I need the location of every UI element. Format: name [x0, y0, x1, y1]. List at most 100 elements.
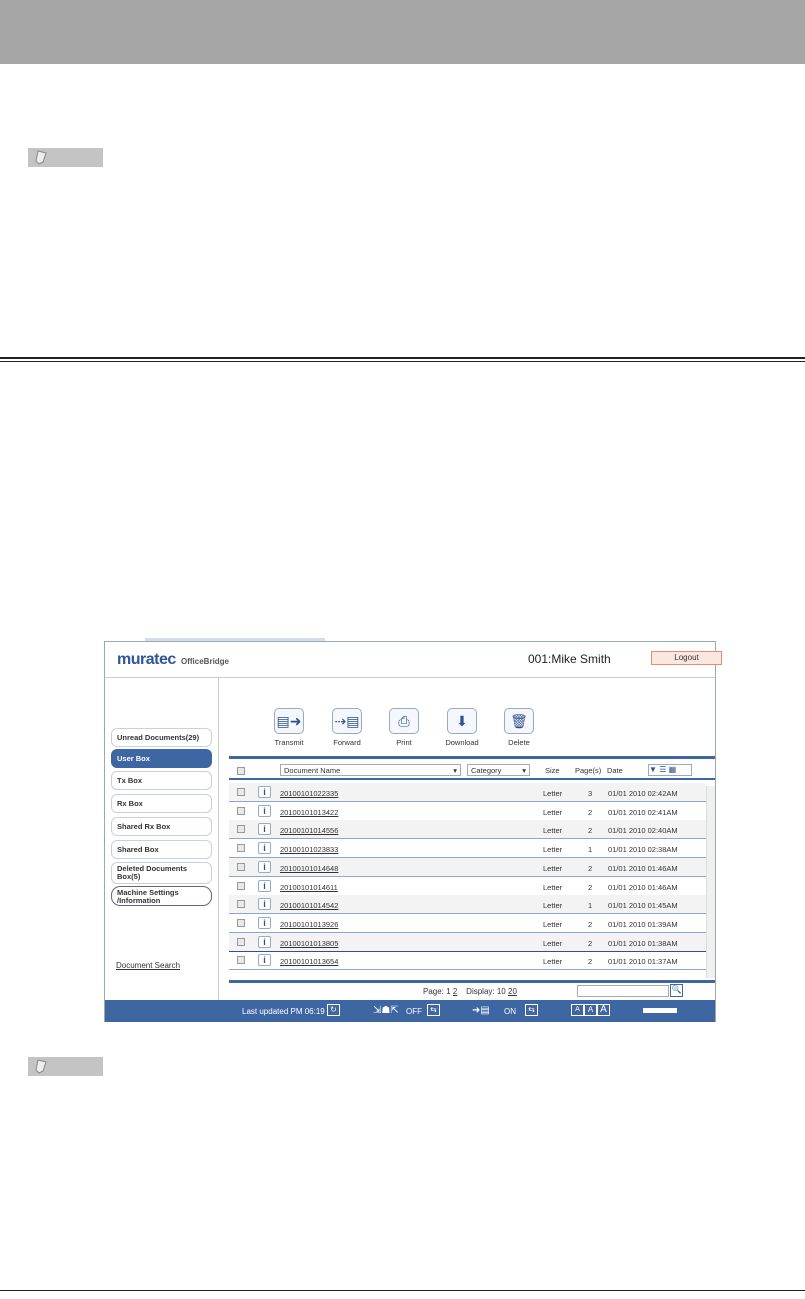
table-row: i 20100101023833 Letter 1 01/01 2010 02:… — [229, 839, 706, 859]
info-icon[interactable]: i — [258, 916, 271, 929]
sidebar-item-deleted[interactable]: Deleted Documents Box(5) — [111, 862, 212, 884]
pencil-icon — [35, 150, 47, 165]
pages: 1 — [588, 901, 593, 911]
sidebar: Unread Documents(29) User Box Tx Box Rx … — [105, 678, 219, 1001]
forward-button[interactable]: ⇢▤ Forward — [322, 708, 372, 747]
row-checkbox[interactable] — [237, 918, 245, 927]
toolbar-divider — [229, 756, 715, 759]
grid-view-icon: ▦ — [668, 765, 677, 774]
document-link[interactable]: 20100101013654 — [280, 957, 338, 966]
transmit-label: Transmit — [274, 738, 304, 747]
transmit-button[interactable]: ▤➜ Transmit — [264, 708, 314, 747]
date: 01/01 2010 02:40AM — [608, 826, 678, 836]
document-link[interactable]: 20100101014648 — [280, 864, 338, 873]
view-controls[interactable]: ▼ ☰ ▦ — [648, 764, 692, 776]
forward-icon: ⇢▤ — [332, 708, 362, 734]
pencil-icon — [35, 1059, 47, 1074]
table-row: i 20100101014648 Letter 2 01/01 2010 01:… — [229, 857, 706, 877]
info-icon[interactable]: i — [258, 860, 271, 873]
forward-label: Forward — [333, 738, 361, 747]
date: 01/01 2010 01:45AM — [608, 901, 678, 911]
table-row: i 20100101013926 Letter 2 01/01 2010 01:… — [229, 914, 706, 933]
document-link[interactable]: 20100101022335 — [280, 789, 338, 798]
date: 01/01 2010 02:38AM — [608, 845, 678, 855]
document-search-link[interactable]: Document Search — [116, 961, 180, 970]
row-checkbox[interactable] — [237, 844, 245, 853]
list-view-icon: ☰ — [659, 765, 667, 774]
sidebar-item-user-box[interactable]: User Box — [111, 749, 212, 768]
row-checkbox[interactable] — [237, 900, 245, 909]
category-filter[interactable]: Category ▾ — [467, 764, 530, 776]
transmit-icon: ▤➜ — [274, 708, 304, 734]
logout-button[interactable]: Logout — [651, 651, 722, 665]
date: 01/01 2010 01:37AM — [608, 957, 678, 967]
print-button[interactable]: ⎙ Print — [379, 708, 429, 747]
document-link[interactable]: 20100101023833 — [280, 845, 338, 854]
sidebar-item-rx-box[interactable]: Rx Box — [111, 794, 212, 813]
row-checkbox[interactable] — [237, 806, 245, 815]
table-header: Document Name ▾ Category ▾ Size Page(s) Da… — [229, 763, 715, 779]
refresh-icon[interactable]: ↻ — [327, 1004, 340, 1016]
info-icon[interactable]: i — [258, 823, 271, 836]
document-link[interactable]: 20100101013926 — [280, 920, 338, 929]
size: Letter — [543, 919, 563, 929]
size: Letter — [543, 845, 563, 855]
delete-button[interactable]: 🗑 Delete — [494, 708, 544, 747]
search-icon[interactable]: 🔍 — [670, 984, 683, 997]
document-link[interactable]: 20100101014611 — [280, 883, 338, 892]
font-medium-button[interactable]: A — [584, 1004, 597, 1016]
scrollbar[interactable] — [706, 786, 715, 978]
sidebar-item-tx-box[interactable]: Tx Box — [111, 771, 212, 790]
info-icon[interactable]: i — [258, 786, 271, 798]
document-name-filter[interactable]: Document Name ▾ — [280, 764, 461, 776]
info-icon[interactable]: i — [258, 935, 271, 948]
row-checkbox[interactable] — [237, 862, 245, 871]
sidebar-item-shared-box[interactable]: Shared Box — [111, 840, 212, 859]
toggle-icon[interactable]: ⇆ — [427, 1004, 440, 1016]
page-header-band — [0, 0, 805, 64]
info-icon[interactable]: i — [258, 954, 271, 967]
document-link[interactable]: 20100101013422 — [280, 808, 338, 817]
row-checkbox[interactable] — [237, 788, 245, 796]
info-icon[interactable]: i — [258, 879, 271, 892]
row-checkbox[interactable] — [237, 937, 245, 946]
table-row: i 20100101014611 Letter 2 01/01 2010 01:… — [229, 877, 706, 896]
last-updated: Last updated PM 06:19 — [242, 1007, 325, 1016]
sidebar-item-shared-rx-box[interactable]: Shared Rx Box — [111, 817, 212, 836]
document-link[interactable]: 20100101013805 — [280, 939, 338, 948]
size: Letter — [543, 938, 563, 948]
pages: 2 — [588, 882, 593, 892]
search-input[interactable] — [577, 985, 669, 997]
sidebar-item-machine-settings[interactable]: Machine Settings /Information — [111, 886, 212, 906]
table-row: i 20100101013654 Letter 2 01/01 2010 01:… — [229, 951, 706, 971]
display-20-link[interactable]: 20 — [508, 987, 517, 996]
table-row: i 20100101013422 Letter 2 01/01 2010 02:… — [229, 802, 706, 821]
size: Letter — [543, 826, 563, 836]
font-large-button[interactable]: A — [597, 1004, 610, 1016]
toggle-icon[interactable]: ⇆ — [525, 1004, 538, 1016]
download-button[interactable]: ⬇ Download — [437, 708, 487, 747]
sidebar-item-unread[interactable]: Unread Documents(29) — [111, 728, 212, 747]
pages: 1 — [588, 845, 593, 855]
note-tag — [28, 148, 103, 167]
info-icon[interactable]: i — [258, 898, 271, 911]
note-tag — [28, 1057, 103, 1076]
document-link[interactable]: 20100101014556 — [280, 826, 338, 835]
product-name: OfficeBridge — [181, 657, 230, 666]
row-checkbox[interactable] — [237, 881, 245, 890]
info-icon[interactable]: i — [258, 804, 271, 817]
app-header: muratec OfficeBridge 001:Mike Smith Logo… — [105, 642, 722, 678]
info-icon[interactable]: i — [258, 842, 271, 855]
officebridge-window: muratec OfficeBridge 001:Mike Smith Logo… — [104, 641, 722, 1022]
user-transfer-icon: ⇲☗⇱ — [373, 1005, 399, 1016]
table-row: i 20100101013805 Letter 2 01/01 2010 01:… — [229, 932, 706, 952]
document-link[interactable]: 20100101014542 — [280, 901, 338, 910]
select-all-checkbox[interactable] — [237, 767, 245, 775]
page-2-link[interactable]: 2 — [453, 987, 457, 996]
list-divider — [229, 980, 715, 983]
row-checkbox[interactable] — [237, 825, 245, 834]
font-small-button[interactable]: A — [571, 1004, 584, 1016]
size-header: Size — [545, 766, 560, 775]
pages: 3 — [588, 789, 593, 798]
row-checkbox[interactable] — [237, 956, 245, 965]
